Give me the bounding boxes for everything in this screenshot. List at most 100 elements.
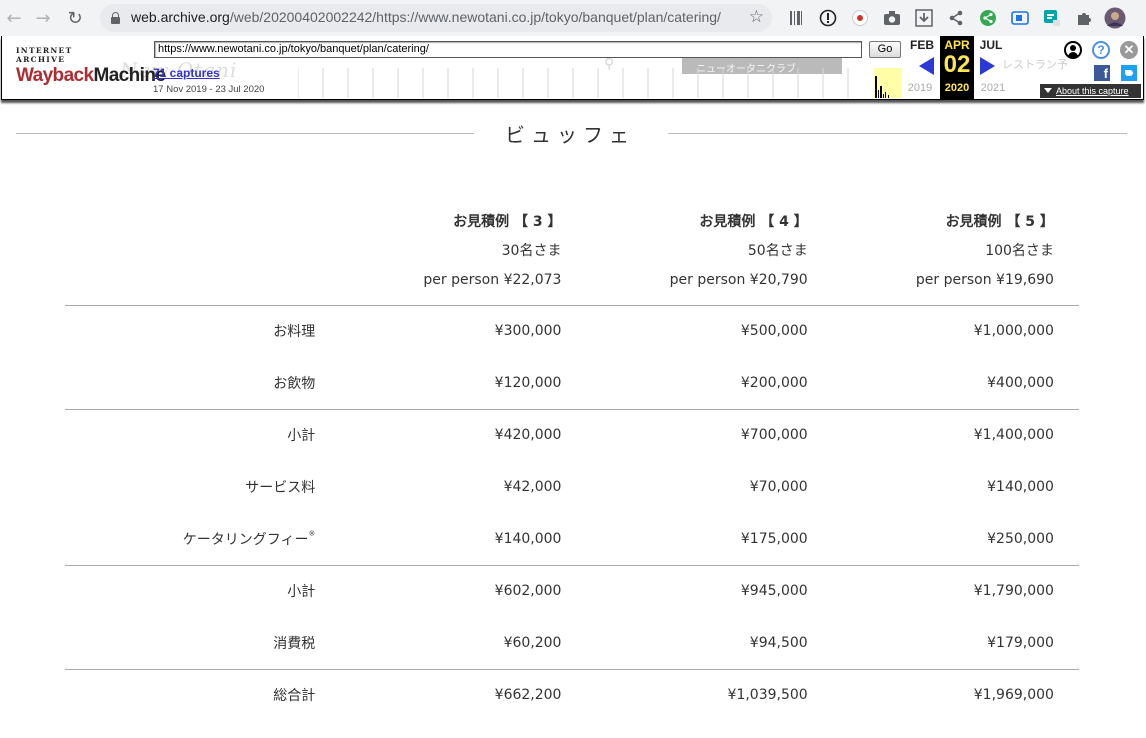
- extension-record-icon[interactable]: [850, 8, 870, 28]
- column-header-3: お見積例 【 3 】 30名さま per person ¥22,073: [315, 204, 561, 305]
- url-path: /web/20200402002242/https://www.newotani…: [229, 9, 721, 25]
- about-capture-label: About this capture: [1056, 86, 1129, 96]
- lock-icon[interactable]: [111, 12, 120, 24]
- wayback-toolbar-panel: New Otani ⚲ ニューオータニクラブ レストラン予 INTERNET A…: [1, 36, 1144, 100]
- extension-barcode-icon[interactable]: [786, 8, 806, 28]
- table-row: 小計 ¥602,000 ¥945,000 ¥1,790,000: [65, 564, 1079, 617]
- prev-month[interactable]: FEB: [904, 38, 940, 52]
- user-account-icon[interactable]: [1064, 41, 1082, 59]
- extension-badge-icon[interactable]: [1042, 8, 1062, 28]
- cell-value: ¥1,969,000: [807, 668, 1054, 721]
- next-capture-arrow-icon[interactable]: [980, 57, 995, 75]
- cell-value: ¥200,000: [740, 374, 808, 391]
- dropdown-triangle-icon: [1044, 88, 1052, 93]
- current-day: 02: [943, 51, 971, 78]
- row-label: 総合計: [65, 668, 316, 721]
- right-pad: [1053, 668, 1079, 721]
- right-pad: [1054, 204, 1079, 305]
- cell-value: ¥42,000: [503, 479, 562, 495]
- cell-value: ¥1,000,000: [807, 304, 1054, 357]
- cell-value: ¥94,500: [749, 634, 808, 651]
- column-guests: 30名さま: [501, 243, 562, 259]
- wayback-go-button[interactable]: Go: [869, 41, 901, 58]
- wayback-toolbar: New Otani ⚲ ニューオータニクラブ レストラン予 INTERNET A…: [0, 36, 1146, 104]
- cell-value: ¥662,200: [315, 668, 562, 721]
- extension-camera-icon[interactable]: [882, 8, 902, 28]
- section-heading: ビュッフェ: [0, 118, 1146, 148]
- wayback-machine-logo[interactable]: INTERNET ARCHIVE WaybackMachine: [16, 46, 166, 87]
- next-year[interactable]: 2021: [975, 82, 1011, 94]
- forward-arrow-icon[interactable]: →: [31, 6, 55, 30]
- cell-value: ¥602,000: [315, 564, 562, 617]
- table-row: サービス料 ¥42,000 ¥70,000 ¥140,000: [65, 461, 1079, 513]
- logo-wayback: Wayback: [16, 65, 94, 86]
- footnote-mark: ※: [308, 528, 316, 538]
- prev-capture-arrow-icon[interactable]: [919, 57, 934, 75]
- extension-green-share-icon[interactable]: [978, 8, 998, 28]
- estimate-table: お見積例 【 3 】 30名さま per person ¥22,073 お見積例 【…: [65, 204, 1079, 721]
- row-label: 消費税: [273, 635, 316, 652]
- cell-value: ¥250,000: [987, 530, 1054, 547]
- cell-value: ¥179,000: [987, 634, 1054, 651]
- close-toolbar-icon[interactable]: ✕: [1120, 41, 1138, 59]
- column-header-5: お見積例 【 5 】 100名さま per person ¥19,690: [808, 204, 1054, 305]
- right-pad: [1054, 513, 1079, 565]
- right-pad: [1053, 304, 1079, 357]
- row-label: お料理: [65, 304, 316, 357]
- address-bar[interactable]: web.archive.org/web/20200402002242/https…: [100, 4, 772, 32]
- cell-value: ¥420,000: [315, 408, 562, 461]
- row-label-text: ケータリングフィー: [182, 531, 309, 548]
- cell-value: ¥70,000: [749, 479, 808, 495]
- table-row: 消費税 ¥60,200 ¥94,500 ¥179,000: [65, 617, 1079, 669]
- current-year-highlight[interactable]: [874, 68, 902, 98]
- profile-avatar[interactable]: [1104, 7, 1126, 29]
- cell-value: ¥140,000: [494, 530, 562, 547]
- column-per-person: per person ¥19,690: [915, 272, 1054, 288]
- back-arrow-icon[interactable]: ←: [2, 6, 26, 30]
- right-pad: [1053, 564, 1079, 617]
- wayback-machine-text: WaybackMachine: [16, 65, 166, 87]
- url-host: web.archive.org: [131, 9, 230, 25]
- current-capture-date: APR 02 2020: [940, 36, 974, 100]
- row-label: サービス料: [245, 480, 316, 496]
- capture-bars: [875, 76, 889, 98]
- row-label: 小計: [65, 408, 316, 461]
- share-icon[interactable]: [946, 8, 966, 28]
- cell-value: ¥500,000: [561, 304, 808, 357]
- help-icon[interactable]: ?: [1092, 41, 1110, 59]
- column-title: お見積例 【 3 】: [453, 214, 562, 230]
- column-header-4: お見積例 【 4 】 50名さま per person ¥20,790: [561, 204, 808, 305]
- extension-translate-icon[interactable]: [1010, 8, 1030, 28]
- column-per-person: per person ¥22,073: [423, 272, 562, 288]
- extensions-puzzle-icon[interactable]: [1074, 8, 1094, 28]
- bookmark-star-icon[interactable]: ☆: [749, 7, 764, 27]
- current-month: APR: [944, 38, 970, 52]
- extension-alert-icon[interactable]: [818, 8, 838, 28]
- wayback-url-input[interactable]: https://www.newotani.co.jp/tokyo/banquet…: [154, 41, 862, 58]
- next-month[interactable]: JUL: [973, 38, 1009, 52]
- cell-value: ¥700,000: [561, 408, 808, 461]
- header-spacer: [65, 204, 315, 305]
- about-capture-button[interactable]: About this capture: [1040, 84, 1141, 98]
- right-pad: [1053, 408, 1079, 461]
- cell-value: ¥400,000: [987, 374, 1054, 391]
- column-title: お見積例 【 5 】: [945, 214, 1054, 230]
- captures-link[interactable]: 71 captures: [153, 66, 220, 80]
- reload-icon[interactable]: ↻: [63, 6, 87, 30]
- twitter-share-icon[interactable]: [1121, 65, 1137, 81]
- prev-year[interactable]: 2019: [902, 82, 938, 94]
- right-pad: [1054, 357, 1079, 409]
- table-row-total: 総合計 ¥662,200 ¥1,039,500 ¥1,969,000: [65, 668, 1079, 721]
- column-guests: 100名さま: [985, 243, 1054, 259]
- table-row: 小計 ¥420,000 ¥700,000 ¥1,400,000: [65, 408, 1079, 461]
- column-title: お見積例 【 4 】: [699, 214, 808, 230]
- right-pad: [1054, 461, 1079, 513]
- row-label: ケータリングフィー※: [65, 513, 315, 565]
- address-bar-url[interactable]: web.archive.org/web/20200402002242/https…: [131, 9, 721, 25]
- capture-sparkline[interactable]: [298, 68, 902, 98]
- row-label: お飲物: [273, 375, 316, 392]
- cell-value: ¥120,000: [494, 374, 562, 391]
- table-row: お飲物 ¥120,000 ¥200,000 ¥400,000: [65, 357, 1079, 409]
- facebook-share-icon[interactable]: f: [1094, 65, 1110, 81]
- extension-download-icon[interactable]: [914, 8, 934, 28]
